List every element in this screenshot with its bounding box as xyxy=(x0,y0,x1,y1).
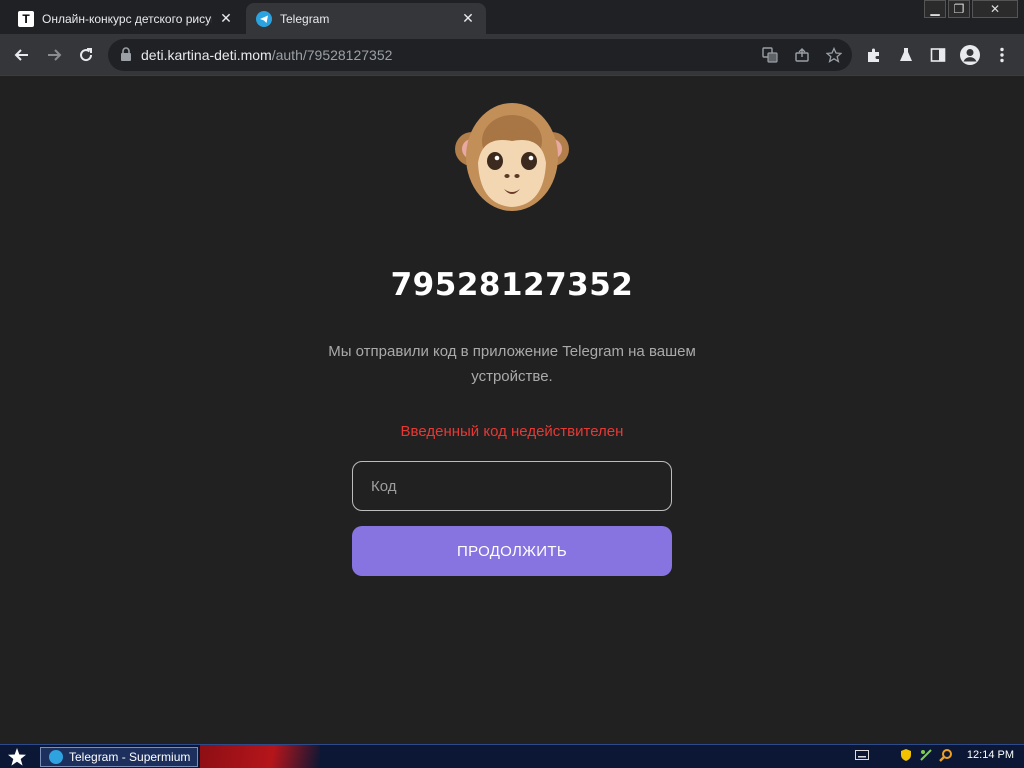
window-close-icon[interactable]: ✕ xyxy=(972,0,1018,18)
tab-contest[interactable]: T Онлайн-конкурс детского рисунк ✕ xyxy=(8,3,244,34)
translate-icon[interactable] xyxy=(760,45,780,65)
code-input[interactable] xyxy=(352,461,672,511)
close-tab-icon[interactable]: ✕ xyxy=(218,10,234,27)
forward-arrow-icon[interactable] xyxy=(42,43,66,67)
side-panel-icon[interactable] xyxy=(926,43,950,67)
monkey-emoji-icon xyxy=(452,101,572,217)
security-shield-icon[interactable] xyxy=(899,748,913,762)
tab-strip: T Онлайн-конкурс детского рисунк ✕ Teleg… xyxy=(0,0,1024,34)
reload-icon[interactable] xyxy=(74,43,98,67)
bookmark-star-icon[interactable] xyxy=(824,45,844,65)
extensions-puzzle-icon[interactable] xyxy=(862,43,886,67)
close-tab-icon[interactable]: ✕ xyxy=(460,10,476,27)
restore-icon[interactable]: ❐ xyxy=(948,0,970,18)
start-star-icon[interactable] xyxy=(6,747,28,767)
network-icon[interactable] xyxy=(919,748,933,762)
continue-button[interactable]: ПРОДОЛЖИТЬ xyxy=(352,526,672,576)
phone-number-title: 79528127352 xyxy=(390,267,634,303)
clock: 12:14 PM xyxy=(966,749,1014,761)
t-letter-icon: T xyxy=(18,10,34,27)
taskbar-decoration xyxy=(200,745,320,768)
browser-globe-icon xyxy=(49,750,63,764)
taskbar-item-label: Telegram - Supermium xyxy=(69,750,191,764)
taskbar-item-telegram[interactable]: Telegram - Supermium xyxy=(40,747,198,767)
profile-avatar-icon[interactable] xyxy=(958,43,982,67)
tab-title: Онлайн-конкурс детского рисунк xyxy=(42,11,212,26)
window-controls: ▁ ❐ ✕ xyxy=(924,0,1018,18)
system-tray: 12:14 PM xyxy=(854,748,1014,762)
tab-title: Telegram xyxy=(280,11,330,26)
keyboard-icon[interactable] xyxy=(854,748,869,762)
minimize-icon[interactable]: ▁ xyxy=(924,0,946,18)
tab-telegram[interactable]: Telegram ✕ xyxy=(246,3,486,34)
address-bar[interactable]: deti.kartina-deti.mom/auth/79528127352 xyxy=(108,39,852,71)
telegram-icon xyxy=(256,10,272,27)
menu-kebab-icon[interactable] xyxy=(990,43,1014,67)
url-path: /auth/79528127352 xyxy=(271,47,393,63)
url-text: deti.kartina-deti.mom/auth/79528127352 xyxy=(141,47,392,63)
invalid-code-error: Введенный код недействителен xyxy=(400,423,624,440)
search-magnifier-icon[interactable] xyxy=(939,748,953,762)
share-icon[interactable] xyxy=(792,45,812,65)
labs-flask-icon[interactable] xyxy=(894,43,918,67)
browser-toolbar: deti.kartina-deti.mom/auth/79528127352 xyxy=(0,34,1024,76)
os-taskbar: Telegram - Supermium 12:14 PM xyxy=(0,744,1024,768)
code-sent-description: Мы отправили код в приложение Telegram н… xyxy=(328,343,696,385)
lock-icon[interactable] xyxy=(120,47,134,63)
url-host: deti.kartina-deti.mom xyxy=(141,47,272,63)
telegram-auth-page: 79528127352 Мы отправили код в приложени… xyxy=(0,77,1024,744)
back-arrow-icon[interactable] xyxy=(10,43,34,67)
